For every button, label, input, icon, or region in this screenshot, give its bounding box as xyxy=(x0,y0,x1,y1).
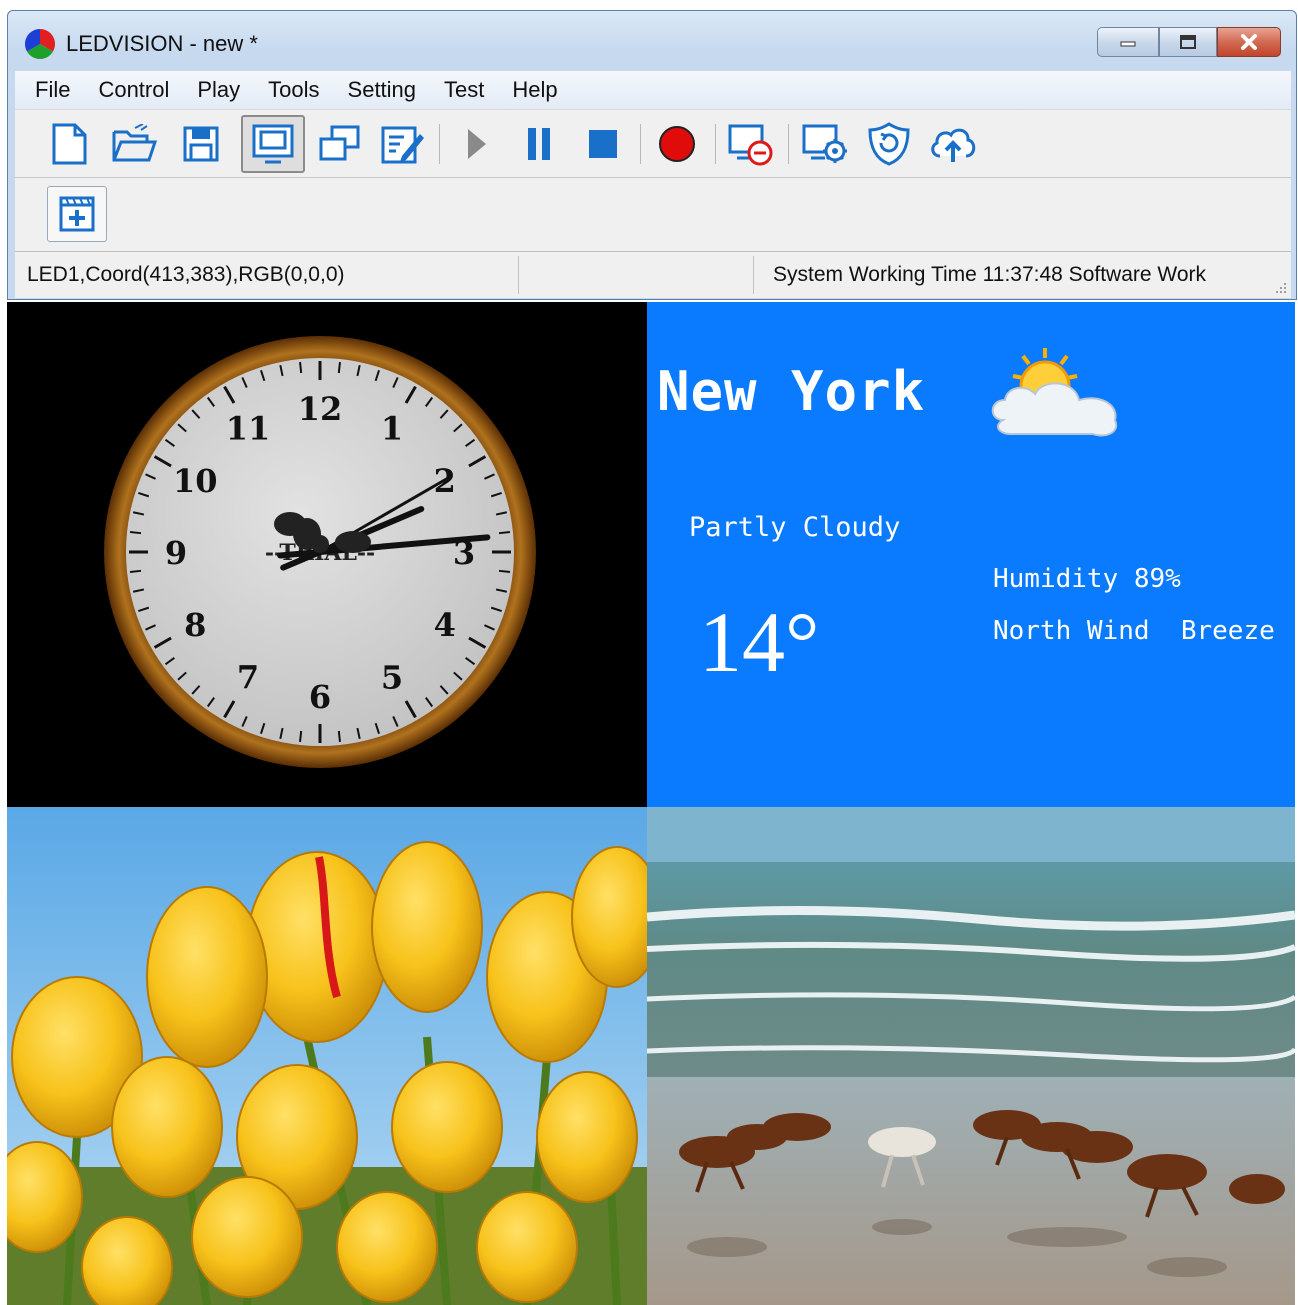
play-icon xyxy=(468,129,486,159)
clock-tick xyxy=(299,730,303,743)
clock-numeral: 6 xyxy=(309,678,331,716)
restore-button[interactable] xyxy=(1159,27,1217,57)
clock-numeral: 8 xyxy=(184,606,206,644)
menu-control[interactable]: Control xyxy=(84,71,183,109)
horses-image xyxy=(647,807,1295,1305)
stop-button[interactable] xyxy=(575,116,631,172)
analog-clock: 121234567891011 --TRIAL-- xyxy=(104,336,536,768)
multi-window-button[interactable] xyxy=(311,116,367,172)
new-button[interactable] xyxy=(41,116,97,172)
clock-tick xyxy=(498,569,511,573)
minimize-icon xyxy=(1120,41,1136,47)
clock-tick xyxy=(129,531,142,535)
open-folder-icon xyxy=(112,124,157,162)
status-bar: LED1,Coord(413,383),RGB(0,0,0) System Wo… xyxy=(15,251,1291,298)
clock-numeral: 5 xyxy=(381,659,403,697)
save-icon xyxy=(183,126,219,162)
shield-refresh-button[interactable] xyxy=(861,116,917,172)
add-program-icon xyxy=(59,196,95,232)
cloud-upload-icon xyxy=(931,128,976,162)
clock-numeral: 7 xyxy=(237,659,259,697)
clock-numeral: 10 xyxy=(173,462,218,500)
shield-refresh-icon xyxy=(868,122,910,166)
clock-tick xyxy=(337,730,341,743)
main-toolbar xyxy=(15,109,1291,178)
clock-numeral: 9 xyxy=(165,534,187,572)
toolbar-separator xyxy=(439,124,440,164)
minimize-button[interactable] xyxy=(1097,27,1159,57)
weather-city: New York xyxy=(657,360,926,423)
clock-tick xyxy=(498,531,511,535)
multi-window-icon xyxy=(319,125,360,161)
toolbar-separator xyxy=(715,124,716,164)
tulips-image xyxy=(7,807,647,1305)
weather-temperature: 14° xyxy=(699,594,820,690)
weather-condition: Partly Cloudy xyxy=(689,512,901,543)
clock-numeral: 1 xyxy=(381,409,403,447)
app-window: LEDVISION - new * File Control Play Tool… xyxy=(7,10,1297,300)
menu-play[interactable]: Play xyxy=(183,71,254,109)
close-button[interactable] xyxy=(1217,27,1281,57)
status-divider xyxy=(753,256,754,294)
save-button[interactable] xyxy=(173,116,229,172)
window-title: LEDVISION - new * xyxy=(66,31,258,56)
resize-grip-icon[interactable] xyxy=(1273,280,1287,294)
display-window-icon xyxy=(252,124,294,164)
edit-icon xyxy=(381,126,424,164)
screen-settings-icon xyxy=(802,124,847,163)
cloud-upload-button[interactable] xyxy=(925,116,981,172)
menu-help[interactable]: Help xyxy=(498,71,571,109)
toolbar-separator xyxy=(640,124,641,164)
horses-on-beach-photo xyxy=(647,807,1295,1305)
restore-icon xyxy=(1180,35,1196,49)
menu-bar: File Control Play Tools Setting Test Hel… xyxy=(15,71,1291,109)
play-button[interactable] xyxy=(447,116,503,172)
menu-tools[interactable]: Tools xyxy=(254,71,333,109)
weather-humidity: Humidity 89% xyxy=(993,564,1181,594)
record-button[interactable] xyxy=(649,116,705,172)
stop-icon xyxy=(589,130,617,158)
partly-cloudy-icon xyxy=(991,348,1118,437)
stop-display-button[interactable] xyxy=(723,116,779,172)
stop-display-icon xyxy=(728,124,773,166)
clock-numeral: 12 xyxy=(298,390,343,428)
new-file-icon xyxy=(52,123,87,165)
screen-settings-button[interactable] xyxy=(797,116,853,172)
status-working-time: System Working Time 11:37:48 Software Wo… xyxy=(773,263,1207,286)
clock-tick xyxy=(299,361,303,374)
secondary-toolbar xyxy=(15,177,1291,252)
clock-panel: 121234567891011 --TRIAL-- xyxy=(7,302,647,807)
weather-panel: New York Partly Cloudy 14° Humidity 89% … xyxy=(647,302,1295,807)
yellow-tulips-photo xyxy=(7,807,647,1305)
edit-button[interactable] xyxy=(375,116,431,172)
menu-file[interactable]: File xyxy=(15,71,84,109)
display-window-button[interactable] xyxy=(241,115,305,173)
led-display-area[interactable]: 121234567891011 --TRIAL-- New York Partl… xyxy=(7,302,1295,1305)
menu-test[interactable]: Test xyxy=(430,71,498,109)
title-bar[interactable]: LEDVISION - new * xyxy=(8,11,1296,69)
close-icon xyxy=(1241,34,1257,50)
clock-tick xyxy=(337,361,341,374)
add-program-button[interactable] xyxy=(47,186,107,242)
menu-setting[interactable]: Setting xyxy=(334,71,431,109)
pause-button[interactable] xyxy=(511,116,567,172)
clock-numeral: 4 xyxy=(434,606,456,644)
clock-numeral: 11 xyxy=(226,409,271,447)
status-middle xyxy=(523,252,753,298)
record-icon xyxy=(659,126,695,162)
clock-tick xyxy=(129,569,142,573)
status-coordinates: LED1,Coord(413,383),RGB(0,0,0) xyxy=(27,263,345,286)
weather-wind: North Wind Breeze xyxy=(993,616,1275,646)
toolbar-separator xyxy=(788,124,789,164)
pause-icon xyxy=(528,128,550,160)
open-button[interactable] xyxy=(106,116,162,172)
status-divider xyxy=(518,256,519,294)
caption-buttons xyxy=(1097,27,1281,57)
app-logo-icon xyxy=(24,28,56,60)
